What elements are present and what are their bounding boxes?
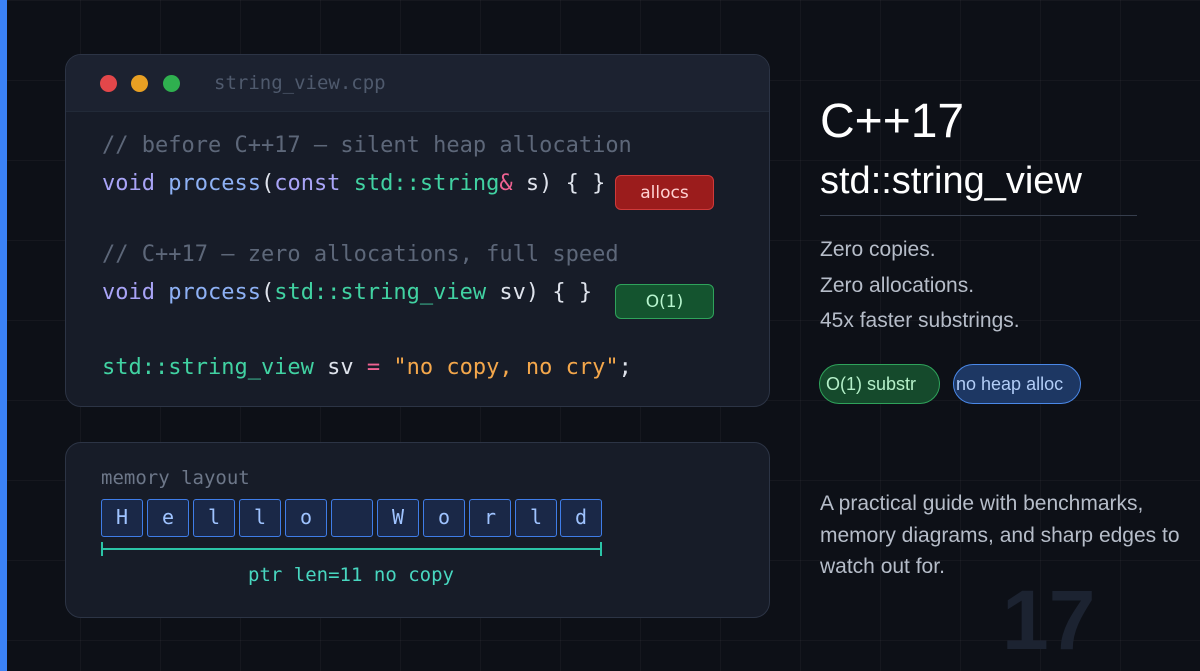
description-paragraph: A practical guide with benchmarks, memor… xyxy=(820,492,1180,578)
feature-line: 45x faster substrings. xyxy=(820,309,1020,332)
code-type: std::string_view xyxy=(274,280,487,305)
code-type: std::string xyxy=(353,171,500,196)
code-function: process xyxy=(168,171,261,196)
memory-cell: e xyxy=(147,499,189,537)
code-line-string-view: void process(std::string_view sv) { } xyxy=(102,280,592,305)
memory-cell: l xyxy=(193,499,235,537)
maximize-dot-icon xyxy=(163,75,180,92)
minimize-dot-icon xyxy=(131,75,148,92)
no-heap-alloc-pill: no heap alloc xyxy=(953,364,1081,404)
memory-layout-label: memory layout xyxy=(101,467,250,489)
window-filename: string_view.cpp xyxy=(214,72,386,94)
code-punct: ( xyxy=(260,171,275,196)
code-keyword: void xyxy=(102,171,155,196)
code-punct: ( xyxy=(260,280,275,305)
code-rest: sv) { } xyxy=(486,280,593,305)
code-rest: s) { xyxy=(512,171,593,196)
memory-cell: r xyxy=(469,499,511,537)
kicker-title: C++17 xyxy=(820,95,965,148)
memory-cell: W xyxy=(377,499,419,537)
memory-cell: H xyxy=(101,499,143,537)
code-ampersand: & xyxy=(499,171,513,196)
span-bracket-line xyxy=(101,548,601,550)
memory-cell: o xyxy=(423,499,465,537)
main-heading: std::string_view xyxy=(820,160,1082,202)
feature-line: Zero copies. xyxy=(820,238,936,261)
version-watermark: 17 xyxy=(1002,573,1096,667)
memory-layout-panel: memory layout H e l l o W o r l d ptr le… xyxy=(65,442,770,618)
allocs-badge: allocs xyxy=(615,175,714,210)
o1-substr-pill: O(1) substr xyxy=(819,364,940,404)
memory-cell: l xyxy=(515,499,557,537)
code-semicolon: ; xyxy=(618,355,632,380)
accent-bar xyxy=(0,0,7,671)
o1-badge: O(1) xyxy=(615,284,714,319)
pointer-length-label: ptr len=11 no copy xyxy=(248,564,454,586)
code-comment-after: // C++17 — zero allocations, full speed xyxy=(102,242,619,267)
window-titlebar: string_view.cpp xyxy=(66,55,769,112)
code-operator: = xyxy=(366,355,381,380)
code-variable: sv xyxy=(313,355,367,380)
code-string-literal: "no copy, no cry" xyxy=(380,355,619,380)
span-bracket-right xyxy=(600,542,602,556)
feature-line: Zero allocations. xyxy=(820,274,975,297)
memory-cell-space xyxy=(331,499,373,537)
code-rest-hidden: } xyxy=(592,171,606,196)
code-comment-before: // before C++17 — silent heap allocation xyxy=(102,133,632,158)
code-keyword: void xyxy=(102,280,155,305)
code-function: process xyxy=(168,280,261,305)
memory-cell: d xyxy=(560,499,602,537)
code-line-assignment: std::string_view sv = "no copy, no cry"; xyxy=(102,355,632,380)
code-type: std::string_view xyxy=(102,355,314,380)
close-dot-icon xyxy=(100,75,117,92)
memory-cell: o xyxy=(285,499,327,537)
code-window: string_view.cpp // before C++17 — silent… xyxy=(65,54,770,407)
heading-divider xyxy=(820,215,1137,216)
memory-cell: l xyxy=(239,499,281,537)
code-line-string: void process(const std::string& s) { } xyxy=(102,171,605,196)
code-keyword: const xyxy=(274,171,341,196)
